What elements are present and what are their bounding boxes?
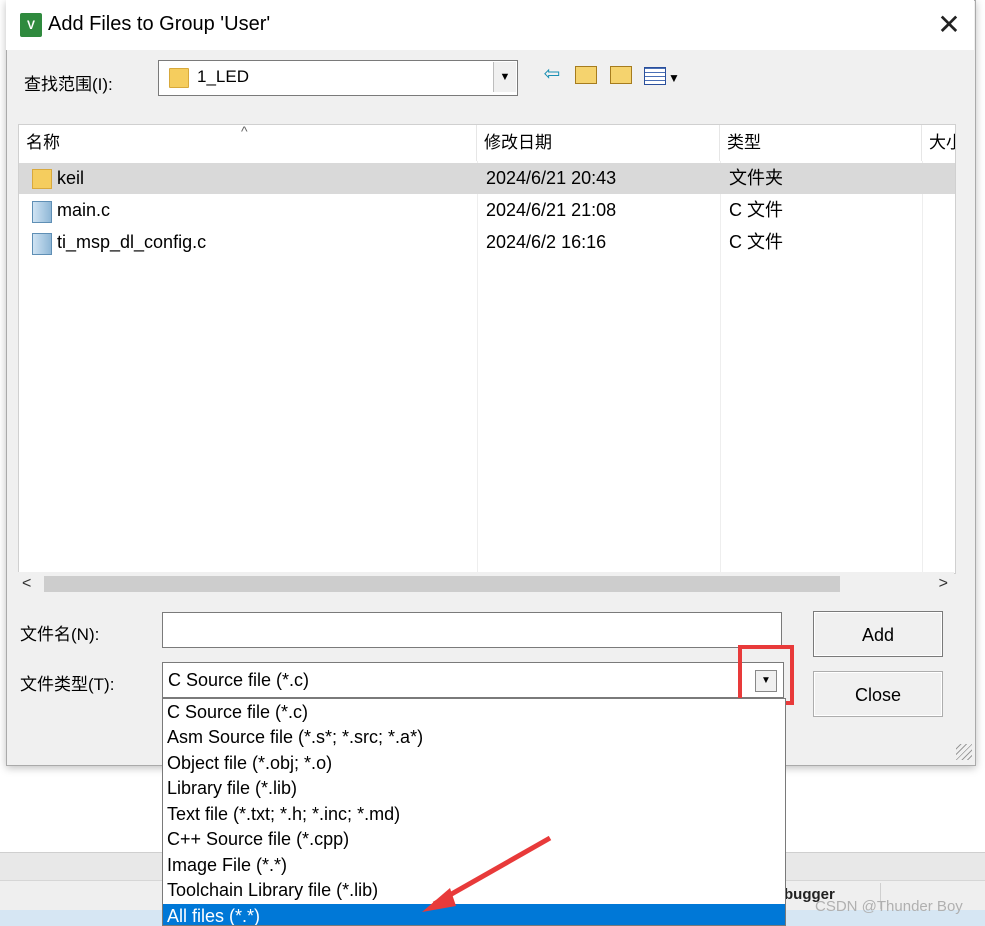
file-name: ti_msp_dl_config.c [57, 232, 207, 252]
list-item[interactable]: main.c 2024/6/21 21:08 C 文件 [19, 195, 955, 226]
file-name: main.c [57, 200, 111, 220]
folder-icon [32, 169, 52, 189]
file-type: C 文件 [729, 232, 783, 252]
file-name: keil [57, 168, 85, 188]
file-modified: 2024/6/21 21:08 [486, 200, 617, 220]
back-arrow-icon[interactable]: ⇦ [540, 62, 564, 86]
file-type: C 文件 [729, 200, 783, 220]
folder-icon [169, 68, 189, 88]
dropdown-option[interactable]: Asm Source file (*.s*; *.src; *.a*) [163, 725, 785, 750]
file-modified: 2024/6/21 20:43 [486, 168, 617, 188]
file-modified: 2024/6/2 16:16 [486, 232, 607, 252]
file-type: 文件夹 [729, 168, 783, 188]
scroll-left-icon[interactable]: < [22, 572, 31, 596]
chevron-down-icon[interactable]: ▼ [493, 62, 516, 92]
column-header-size[interactable]: 大小 [922, 125, 955, 161]
dropdown-option[interactable]: Library file (*.lib) [163, 776, 785, 801]
view-menu-icon[interactable]: ▼ [642, 62, 684, 86]
new-folder-icon[interactable] [608, 62, 632, 86]
view-grid-icon [644, 67, 666, 85]
scrollbar-thumb[interactable] [44, 576, 840, 592]
c-file-icon [32, 201, 52, 223]
add-button[interactable]: Add [813, 611, 943, 657]
up-folder-icon[interactable] [573, 62, 597, 86]
file-name-input[interactable] [162, 612, 782, 648]
list-item[interactable]: keil 2024/6/21 20:43 文件夹 [19, 163, 955, 194]
dialog-title: Add Files to Group 'User' [48, 13, 271, 35]
c-file-icon [32, 233, 52, 255]
scroll-right-icon[interactable]: > [939, 572, 948, 596]
sort-up-icon: ^ [241, 124, 248, 139]
file-type-value: C Source file (*.c) [168, 670, 310, 690]
look-in-label: 查找范围(I): [24, 75, 113, 94]
file-type-select[interactable]: C Source file (*.c) ▼ [162, 662, 784, 698]
resize-grip-icon[interactable] [956, 744, 972, 760]
look-in-combo[interactable]: 1_LED ▼ [158, 60, 518, 96]
annotation-highlight-box [738, 645, 794, 705]
horizontal-scrollbar[interactable]: < > [18, 572, 954, 596]
close-button[interactable]: Close [813, 671, 943, 717]
watermark: CSDN @Thunder Boy [815, 898, 963, 915]
look-in-value: 1_LED [197, 67, 249, 86]
column-header-modified[interactable]: 修改日期 [477, 125, 720, 161]
file-type-label: 文件类型(T): [20, 675, 115, 694]
column-header-name[interactable]: 名称 [19, 125, 477, 161]
annotation-arrow-icon [422, 835, 552, 912]
close-icon[interactable]: ✕ [930, 8, 968, 42]
file-name-label: 文件名(N): [20, 625, 100, 644]
dropdown-option[interactable]: Object file (*.obj; *.o) [163, 751, 785, 776]
list-item[interactable]: ti_msp_dl_config.c 2024/6/2 16:16 C 文件 [19, 227, 955, 258]
file-list[interactable]: 名称 修改日期 类型 大小 ^ keil 2024/6/21 20:43 文件夹… [18, 124, 956, 574]
dropdown-option[interactable]: Text file (*.txt; *.h; *.inc; *.md) [163, 802, 785, 827]
keil-logo-icon: V [20, 13, 42, 37]
dropdown-option[interactable]: C Source file (*.c) [163, 700, 785, 725]
chevron-down-icon: ▼ [668, 71, 680, 85]
column-header-type[interactable]: 类型 [720, 125, 922, 161]
